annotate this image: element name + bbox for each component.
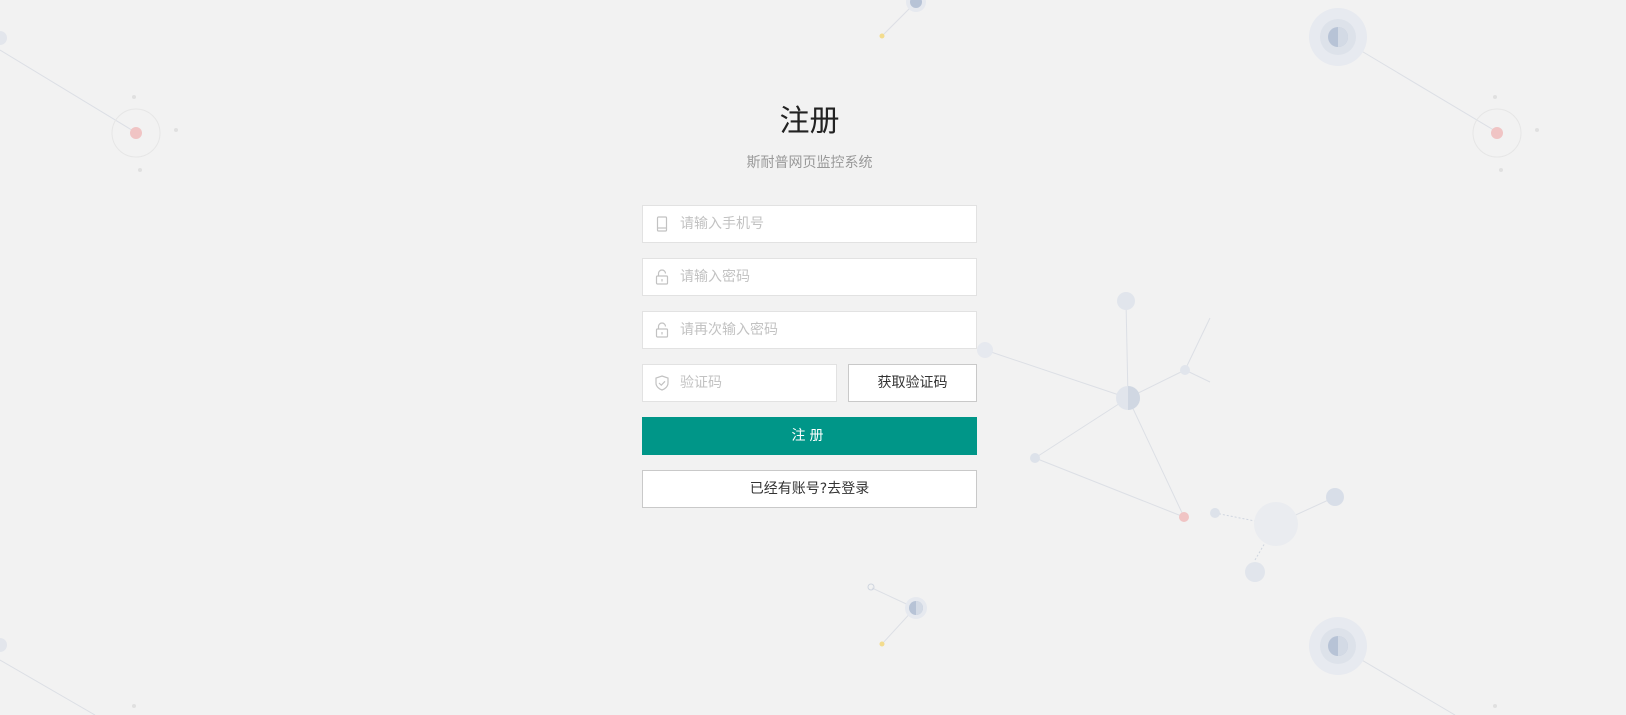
captcha-field [642, 364, 837, 402]
confirm-password-field [642, 311, 977, 349]
register-submit-button[interactable]: 注册 [642, 417, 977, 455]
shield-icon [655, 375, 669, 391]
page-subtitle: 斯耐普网页监控系统 [746, 155, 873, 171]
register-form: 获取验证码 注册 已经有账号?去登录 [642, 205, 977, 508]
go-login-button[interactable]: 已经有账号?去登录 [642, 470, 977, 508]
lock-icon [655, 322, 669, 338]
phone-icon [656, 216, 668, 232]
register-panel: 注册 斯耐普网页监控系统 请输入手机号 验证码 获取验证码 注册 已经有账号?去… [642, 102, 977, 508]
password-field [642, 258, 977, 296]
lock-icon [655, 269, 669, 285]
get-code-button[interactable]: 获取验证码 [848, 364, 977, 402]
confirm-password-input[interactable] [680, 312, 960, 348]
captcha-input[interactable] [680, 365, 830, 401]
password-input[interactable] [680, 259, 960, 295]
register-page: 注册 斯耐普网页监控系统 请输入手机号 验证码 获取验证码 注册 已经有账号?去… [0, 0, 1626, 715]
phone-field [642, 205, 977, 243]
phone-input[interactable] [680, 206, 960, 242]
captcha-row: 获取验证码 [642, 364, 977, 402]
page-title: 注册 [779, 104, 840, 139]
